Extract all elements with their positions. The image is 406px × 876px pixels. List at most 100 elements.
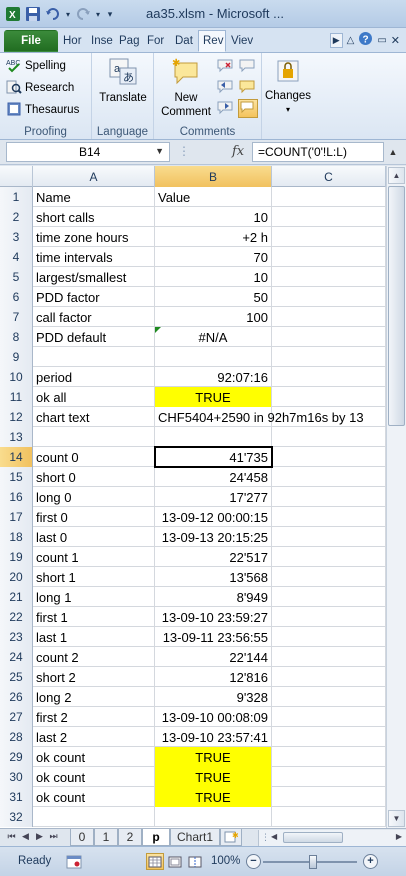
cell-b[interactable]: 22'517 [155, 547, 272, 567]
sheet-tab-1[interactable]: 1 [94, 829, 118, 846]
sheet-tab-p[interactable]: p [142, 829, 170, 846]
insert-sheet-icon[interactable]: ✱ [220, 829, 242, 846]
cell-a[interactable]: long 2 [33, 687, 155, 707]
cell-c[interactable] [272, 767, 386, 787]
last-sheet-icon[interactable]: ⏭ [48, 831, 59, 842]
cell-b[interactable]: 13-09-10 00:08:09 [155, 707, 272, 727]
cell-b[interactable]: 8'949 [155, 587, 272, 607]
horizontal-scrollbar[interactable]: ⋮ ◀ ▶ [258, 830, 406, 846]
cell-b[interactable]: 22'144 [155, 647, 272, 667]
worksheet-grid[interactable]: A B C 1 Name Value 2 short calls 10 3 time zone… [0, 166, 406, 828]
cell-c[interactable] [272, 607, 386, 627]
cell-a[interactable] [33, 347, 155, 367]
row-header[interactable]: 3 [0, 227, 33, 247]
close-window-icon[interactable]: ✕ [391, 34, 400, 47]
cell-b[interactable]: TRUE [155, 387, 272, 407]
cell-c[interactable] [272, 207, 386, 227]
sheet-tab-0[interactable]: 0 [70, 829, 94, 846]
help-icon[interactable]: ? [358, 31, 373, 49]
cell-b[interactable]: 9'328 [155, 687, 272, 707]
changes-button[interactable]: Changes ▾ [262, 57, 314, 117]
first-sheet-icon[interactable]: ⏮ [6, 831, 17, 842]
cell-a[interactable]: first 0 [33, 507, 155, 527]
row-header[interactable]: 10 [0, 367, 33, 387]
cell-a[interactable]: count 2 [33, 647, 155, 667]
tab-file[interactable]: File [4, 30, 58, 52]
cell-a[interactable]: long 1 [33, 587, 155, 607]
thesaurus-button[interactable]: Thesaurus [6, 100, 79, 120]
cell-a[interactable]: first 1 [33, 607, 155, 627]
insert-function-icon[interactable]: fx [232, 144, 244, 159]
cell-a[interactable]: ok count [33, 787, 155, 807]
column-header-c[interactable]: C [272, 166, 386, 187]
cell-c[interactable] [272, 447, 386, 467]
row-header[interactable]: 14 [0, 447, 33, 467]
minimize-ribbon-icon[interactable]: △ [347, 35, 355, 46]
normal-view-icon[interactable] [146, 853, 164, 870]
cell-b[interactable]: TRUE [155, 747, 272, 767]
cell-c[interactable] [272, 647, 386, 667]
cell-b[interactable]: TRUE [155, 767, 272, 787]
macro-record-icon[interactable] [66, 855, 82, 872]
cell-b[interactable]: 13-09-10 23:59:27 [155, 607, 272, 627]
zoom-slider-thumb[interactable] [309, 855, 317, 869]
column-header-a[interactable]: A [33, 166, 155, 187]
cell-b[interactable]: 13'568 [155, 567, 272, 587]
page-break-view-icon[interactable] [186, 853, 204, 870]
cell-b[interactable]: 92:07:16 [155, 367, 272, 387]
cell-a[interactable]: last 0 [33, 527, 155, 547]
row-header[interactable]: 17 [0, 507, 33, 527]
cell-b[interactable]: 10 [155, 267, 272, 287]
name-box-dropdown-icon[interactable]: ▼ [155, 146, 164, 156]
row-header[interactable]: 26 [0, 687, 33, 707]
row-header[interactable]: 5 [0, 267, 33, 287]
cell-c[interactable] [272, 747, 386, 767]
cell-a[interactable]: ok count [33, 747, 155, 767]
cell-a[interactable]: last 2 [33, 727, 155, 747]
cell-c[interactable] [272, 487, 386, 507]
cell-a[interactable] [33, 807, 155, 827]
row-header[interactable]: 22 [0, 607, 33, 627]
undo-dropdown-icon[interactable]: ▾ [64, 5, 72, 23]
row-header[interactable]: 21 [0, 587, 33, 607]
cell-c[interactable] [272, 287, 386, 307]
cell-a[interactable]: long 0 [33, 487, 155, 507]
cell-b[interactable]: 13-09-10 23:57:41 [155, 727, 272, 747]
row-header[interactable]: 24 [0, 647, 33, 667]
cell-b[interactable]: 13-09-11 23:56:55 [155, 627, 272, 647]
delete-comment-icon[interactable] [216, 57, 236, 76]
cell-a[interactable]: count 0 [33, 447, 155, 467]
formula-input[interactable]: =COUNT('0'!L:L) [252, 142, 384, 162]
cell-c[interactable] [272, 307, 386, 327]
customize-toolbar-icon[interactable]: ▾ [104, 5, 116, 23]
tab-scroll-right-icon[interactable]: ▶ [329, 32, 343, 48]
cell-a[interactable]: count 1 [33, 547, 155, 567]
row-header[interactable]: 30 [0, 767, 33, 787]
vertical-scroll-thumb[interactable] [388, 186, 405, 426]
save-icon[interactable] [24, 5, 42, 23]
row-header[interactable]: 19 [0, 547, 33, 567]
cell-b[interactable]: 100 [155, 307, 272, 327]
cell-a[interactable]: last 1 [33, 627, 155, 647]
cell-a[interactable]: time intervals [33, 247, 155, 267]
cell-b[interactable]: 10 [155, 207, 272, 227]
row-header[interactable]: 25 [0, 667, 33, 687]
cell-b[interactable]: #N/A [155, 327, 272, 347]
row-header[interactable]: 32 [0, 807, 33, 827]
scroll-left-icon[interactable]: ◀ [271, 832, 277, 841]
cell-a[interactable]: first 2 [33, 707, 155, 727]
row-header[interactable]: 16 [0, 487, 33, 507]
cell-c[interactable] [272, 247, 386, 267]
cell-b[interactable]: 70 [155, 247, 272, 267]
cell-c[interactable] [272, 527, 386, 547]
cell-c[interactable] [272, 187, 386, 207]
sheet-tab-chart1[interactable]: Chart1 [170, 829, 220, 846]
cell-c[interactable] [272, 347, 386, 367]
expand-formula-bar-icon[interactable]: ▲ [386, 142, 400, 162]
next-comment-icon[interactable] [216, 99, 236, 118]
tab-page-layout[interactable]: Pag [114, 30, 142, 52]
cell-c[interactable] [272, 387, 386, 407]
cell-c[interactable] [272, 267, 386, 287]
cell-a[interactable]: ok count [33, 767, 155, 787]
name-box[interactable]: B14 ▼ [6, 142, 170, 162]
